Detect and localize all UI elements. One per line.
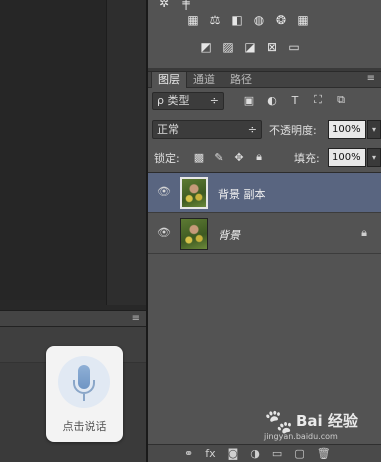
- layer-style-icon[interactable]: fx: [205, 447, 215, 460]
- canvas-side-strip: [106, 0, 146, 305]
- levels-icon[interactable]: ▦: [185, 13, 201, 27]
- selective-color-icon[interactable]: ▭: [286, 40, 302, 54]
- smart-object-filter-icon[interactable]: ⧉: [334, 93, 348, 107]
- layer-name[interactable]: 背景: [218, 227, 240, 243]
- threshold-icon[interactable]: ◪: [242, 40, 258, 54]
- lower-panel-header: ≡: [0, 311, 146, 327]
- panel-menu-icon[interactable]: ≡: [367, 73, 375, 84]
- lock-transparency-icon[interactable]: ▩: [192, 150, 206, 164]
- watermark: 🐾︎ Bai 经验 jingyan.baidu.com: [262, 406, 374, 442]
- voice-input-button[interactable]: 点击说话: [46, 346, 123, 442]
- new-adjustment-icon[interactable]: ◑: [250, 447, 260, 460]
- fill-label: 填充:: [294, 152, 320, 165]
- layers-list: 👁︎ 背景 副本 👁︎ 背景 🔒︎: [148, 172, 381, 444]
- lock-row: 锁定: ▩ ✎ ✥ 🔒︎ 填充: 100% ▾: [148, 146, 381, 168]
- new-layer-icon[interactable]: ▢: [294, 447, 304, 460]
- lock-all-icon[interactable]: 🔒︎: [252, 150, 266, 164]
- layer-name[interactable]: 背景 副本: [218, 186, 266, 202]
- type-layer-filter-icon[interactable]: T: [288, 93, 302, 107]
- fill-dropdown-icon[interactable]: ▾: [367, 148, 381, 167]
- new-group-icon[interactable]: ▭: [272, 447, 282, 460]
- select-arrow-icon: ÷: [247, 123, 257, 136]
- lock-position-icon[interactable]: ✥: [232, 150, 246, 164]
- line-icon[interactable]: ╪: [178, 0, 194, 10]
- lock-label: 锁定:: [154, 152, 180, 165]
- adjustment-layer-filter-icon[interactable]: ◐: [265, 93, 279, 107]
- opacity-dropdown-icon[interactable]: ▾: [367, 120, 381, 139]
- layers-tabs: 图层 通道 路径 ≡: [148, 72, 381, 88]
- layer-thumbnail: [180, 177, 208, 209]
- eye-icon[interactable]: 👁︎: [156, 226, 172, 240]
- layer-row-background[interactable]: 👁︎ 背景 🔒︎: [148, 214, 381, 254]
- adjustments-panel: ✲ ╪ ▦ ⚖ ◧ ◍ ❂ ▦ ◩ ▨ ◪ ⊠ ▭: [148, 0, 381, 68]
- panel-menu-icon[interactable]: ≡: [132, 313, 140, 324]
- blend-mode-select[interactable]: 正常 ÷: [152, 120, 262, 139]
- blend-mode-value: 正常: [157, 123, 179, 136]
- fill-input[interactable]: 100%: [328, 148, 366, 167]
- tab-paths[interactable]: 路径: [224, 72, 258, 88]
- layer-filter-row: ρ 类型 ÷ ▣ ◐ T ⛶ ⧉: [148, 90, 381, 112]
- watermark-url: jingyan.baidu.com: [264, 432, 338, 441]
- sun-icon[interactable]: ✲: [156, 0, 172, 10]
- watermark-brand: Bai 经验: [296, 412, 358, 430]
- lock-icon: 🔒︎: [361, 226, 367, 239]
- color-lookup-icon[interactable]: ▦: [295, 13, 311, 27]
- layer-row-background-copy[interactable]: 👁︎ 背景 副本: [148, 173, 381, 213]
- right-panel: ✲ ╪ ▦ ⚖ ◧ ◍ ❂ ▦ ◩ ▨ ◪ ⊠ ▭ 图层 通道 路径 ≡ ρ 类…: [146, 0, 381, 462]
- pixel-layer-filter-icon[interactable]: ▣: [242, 93, 256, 107]
- blend-mode-row: 正常 ÷ 不透明度: 100% ▾: [148, 118, 381, 140]
- layers-bottom-bar: ⚭ fx ◙ ◑ ▭ ▢ 🗑︎: [148, 444, 381, 462]
- select-arrow-icon: ÷: [209, 94, 219, 107]
- gradient-map-icon[interactable]: ⊠: [264, 40, 280, 54]
- microphone-icon: [58, 356, 110, 408]
- opacity-label: 不透明度:: [269, 124, 317, 137]
- photo-filter-icon[interactable]: ◍: [251, 13, 267, 27]
- balance-icon[interactable]: ⚖: [207, 13, 223, 27]
- eye-icon[interactable]: 👁︎: [156, 185, 172, 199]
- opacity-input[interactable]: 100%: [328, 120, 366, 139]
- channel-mixer-icon[interactable]: ❂: [273, 13, 289, 27]
- filter-kind-select[interactable]: ρ 类型 ÷: [152, 92, 224, 110]
- filter-kind-label: ρ 类型: [157, 94, 190, 107]
- add-mask-icon[interactable]: ◙: [228, 447, 239, 460]
- black-white-icon[interactable]: ◧: [229, 13, 245, 27]
- delete-layer-icon[interactable]: 🗑︎: [317, 447, 331, 460]
- shape-layer-filter-icon[interactable]: ⛶: [311, 93, 325, 107]
- tab-layers[interactable]: 图层: [151, 72, 187, 88]
- tab-channels[interactable]: 通道: [187, 72, 221, 88]
- voice-input-label: 点击说话: [62, 420, 107, 433]
- invert-icon[interactable]: ◩: [198, 40, 214, 54]
- posterize-icon[interactable]: ▨: [220, 40, 236, 54]
- layer-thumbnail: [180, 218, 208, 250]
- link-layers-icon[interactable]: ⚭: [184, 447, 193, 460]
- document-canvas[interactable]: [0, 0, 106, 300]
- lock-image-pixels-icon[interactable]: ✎: [212, 150, 226, 164]
